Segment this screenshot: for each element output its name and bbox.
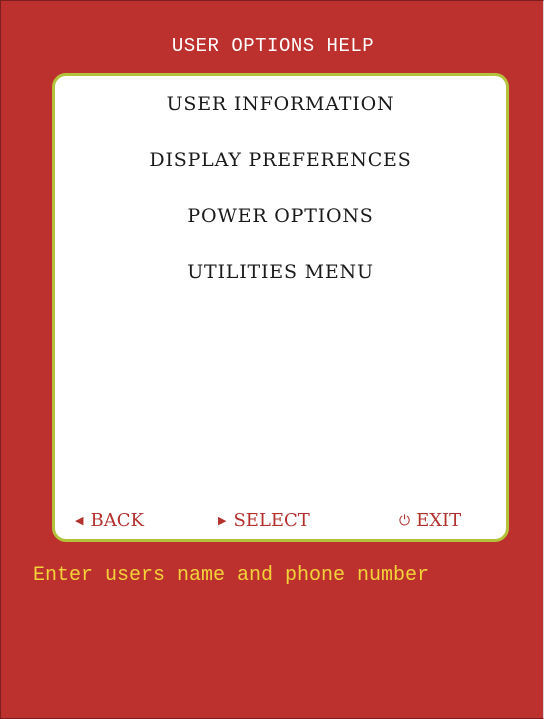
menu-item-power-options[interactable]: POWER OPTIONS xyxy=(55,205,506,227)
triangle-left-icon: ◀ xyxy=(75,514,84,527)
exit-button[interactable]: ⏻ EXIT xyxy=(399,510,461,531)
select-button[interactable]: ▶ SELECT xyxy=(218,510,310,531)
back-label: BACK xyxy=(90,510,144,531)
options-menu-panel: USER INFORMATION DISPLAY PREFERENCES POW… xyxy=(52,73,509,542)
user-options-help-screen: USER OPTIONS HELP USER INFORMATION DISPL… xyxy=(0,0,544,719)
screen-title: USER OPTIONS HELP xyxy=(171,35,375,57)
back-button[interactable]: ◀ BACK xyxy=(75,510,144,531)
exit-label: EXIT xyxy=(416,510,462,531)
help-message: Enter users name and phone number xyxy=(33,564,430,587)
triangle-right-icon: ▶ xyxy=(218,514,227,527)
menu-item-utilities-menu[interactable]: UTILITIES MENU xyxy=(55,261,506,283)
select-label: SELECT xyxy=(233,510,310,531)
menu-item-user-information[interactable]: USER INFORMATION xyxy=(55,93,506,115)
power-icon: ⏻ xyxy=(399,512,411,529)
menu-item-display-preferences[interactable]: DISPLAY PREFERENCES xyxy=(55,149,506,171)
